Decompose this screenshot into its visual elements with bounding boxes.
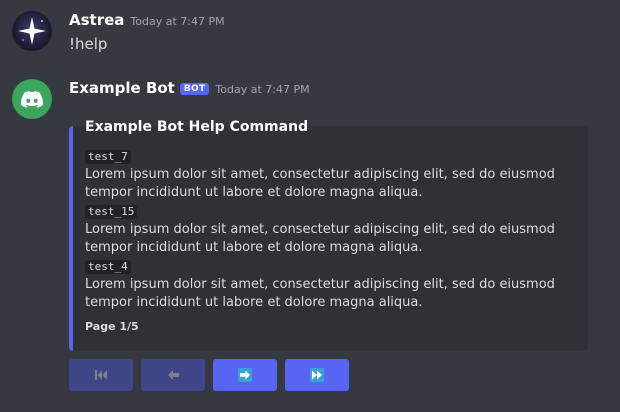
embed-field: test_4 Lorem ipsum dolor sit amet, conse… [85, 258, 565, 312]
timestamp: Today at 7:47 PM [130, 15, 225, 28]
username[interactable]: Astrea [69, 11, 124, 29]
last-page-icon [310, 368, 324, 382]
user-avatar[interactable] [12, 11, 52, 51]
field-value: Lorem ipsum dolor sit amet, consectetur … [85, 167, 555, 200]
embed-field: test_7 Lorem ipsum dolor sit amet, conse… [85, 148, 565, 202]
previous-page-icon [166, 368, 180, 382]
embed-field: test_15 Lorem ipsum dolor sit amet, cons… [85, 203, 565, 257]
sparkle-icon [18, 17, 46, 45]
embed-title: Example Bot Help Command [85, 119, 309, 135]
field-name: test_4 [85, 260, 131, 274]
embed-footer: Page 1/5 [85, 320, 139, 333]
timestamp: Today at 7:47 PM [215, 83, 310, 96]
first-page-button[interactable] [69, 359, 133, 391]
last-page-button[interactable] [285, 359, 349, 391]
field-value: Lorem ipsum dolor sit amet, consectetur … [85, 222, 555, 255]
discord-logo-icon [21, 91, 43, 108]
field-value: Lorem ipsum dolor sit amet, consectetur … [85, 277, 555, 310]
bot-badge: BOT [179, 83, 210, 95]
username[interactable]: Example Bot [69, 79, 175, 97]
bot-avatar[interactable] [12, 79, 52, 119]
message-content: !help [69, 35, 108, 53]
field-name: test_7 [85, 150, 131, 164]
previous-page-button[interactable] [141, 359, 205, 391]
field-name: test_15 [85, 205, 138, 219]
first-page-icon [94, 368, 108, 382]
next-page-button[interactable] [213, 359, 277, 391]
next-page-icon [238, 368, 252, 382]
embed-accent-bar [69, 126, 73, 351]
